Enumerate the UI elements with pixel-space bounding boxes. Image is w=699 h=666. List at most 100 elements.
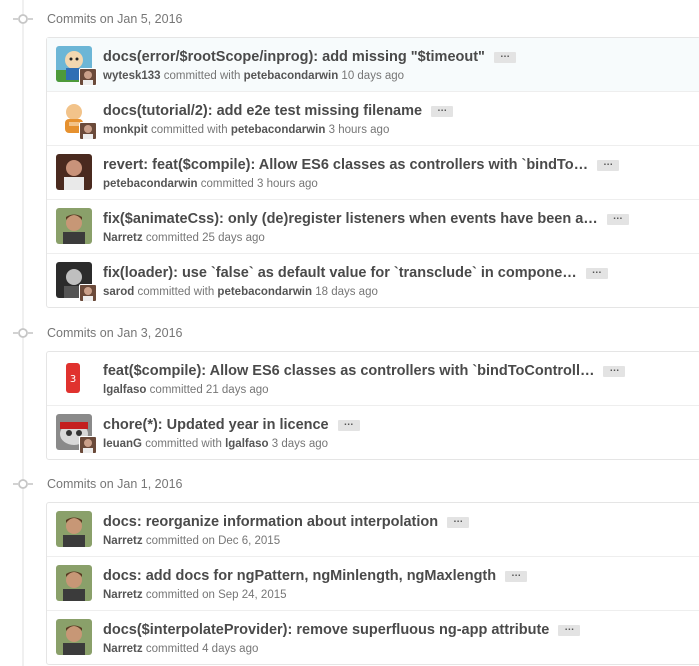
commit-action-text: committed bbox=[145, 643, 199, 655]
committer-avatar[interactable] bbox=[79, 284, 97, 302]
git-commit-icon bbox=[13, 476, 33, 492]
committer-link[interactable]: lgalfaso bbox=[225, 438, 268, 450]
author-link[interactable]: petebacondarwin bbox=[103, 178, 198, 190]
commit-message-link[interactable]: docs: reorganize information about inter… bbox=[103, 514, 438, 530]
commit-meta: petebacondarwin committed 3 hours ago bbox=[103, 178, 318, 190]
commit-action-text: committed with bbox=[150, 124, 228, 136]
commit-group-date: Commits on Jan 3, 2016 bbox=[47, 326, 183, 340]
git-commit-icon bbox=[13, 325, 33, 341]
author-link[interactable]: wytesk133 bbox=[103, 70, 161, 82]
committer-link[interactable]: petebacondarwin bbox=[244, 70, 339, 82]
commit-group: Commits on Jan 3, 2016 3 feat($compile): A… bbox=[0, 321, 699, 460]
commit-time: 18 days ago bbox=[315, 286, 378, 298]
author-link[interactable]: IeuanG bbox=[103, 438, 142, 450]
svg-text:3: 3 bbox=[70, 374, 76, 385]
commit-action-text: committed on bbox=[145, 589, 215, 601]
ellipsis-icon[interactable]: … bbox=[431, 103, 454, 117]
commit-meta: sarod committed with petebacondarwin 18 … bbox=[103, 286, 378, 298]
commit-title-row: fix(loader): use `false` as default valu… bbox=[103, 263, 692, 283]
author-link[interactable]: lgalfaso bbox=[103, 384, 146, 396]
commit-group-date: Commits on Jan 5, 2016 bbox=[47, 12, 183, 26]
author-avatar[interactable] bbox=[56, 565, 92, 601]
ellipsis-icon[interactable]: … bbox=[606, 211, 629, 225]
commit-time: 25 days ago bbox=[202, 232, 265, 244]
commit-row[interactable]: fix($animateCss): only (de)register list… bbox=[47, 199, 699, 253]
author-link[interactable]: Narretz bbox=[103, 643, 143, 655]
commit-row[interactable]: docs: reorganize information about inter… bbox=[47, 503, 699, 556]
commit-group-header: Commits on Jan 1, 2016 bbox=[0, 472, 699, 496]
commit-meta: lgalfaso committed 21 days ago bbox=[103, 384, 269, 396]
commit-message-link[interactable]: docs(error/$rootScope/inprog): add missi… bbox=[103, 49, 485, 65]
commit-action-text: committed bbox=[149, 384, 203, 396]
commit-meta: Narretz committed 4 days ago bbox=[103, 643, 258, 655]
commit-time: Dec 6, 2015 bbox=[218, 535, 281, 547]
author-avatar[interactable] bbox=[56, 511, 92, 547]
committer-link[interactable]: petebacondarwin bbox=[231, 124, 326, 136]
ellipsis-icon[interactable]: … bbox=[337, 417, 360, 431]
commit-message-link[interactable]: chore(*): Updated year in licence bbox=[103, 417, 329, 433]
ellipsis-icon[interactable]: … bbox=[447, 514, 470, 528]
commit-group-header: Commits on Jan 3, 2016 bbox=[0, 321, 699, 345]
author-avatar[interactable] bbox=[56, 154, 92, 190]
committer-avatar[interactable] bbox=[79, 436, 97, 454]
commit-meta: monkpit committed with petebacondarwin 3… bbox=[103, 124, 389, 136]
ellipsis-icon[interactable]: … bbox=[585, 265, 608, 279]
commit-message-link[interactable]: fix(loader): use `false` as default valu… bbox=[103, 265, 577, 281]
commit-title-row: chore(*): Updated year in licence … bbox=[103, 415, 692, 435]
commit-title-row: fix($animateCss): only (de)register list… bbox=[103, 209, 692, 229]
commit-message-link[interactable]: fix($animateCss): only (de)register list… bbox=[103, 211, 598, 227]
commit-row[interactable]: docs(error/$rootScope/inprog): add missi… bbox=[47, 38, 699, 91]
commit-row[interactable]: chore(*): Updated year in licence … IeuanG… bbox=[47, 405, 699, 459]
commit-message-link[interactable]: docs(tutorial/2): add e2e test missing f… bbox=[103, 103, 422, 119]
commit-message-link[interactable]: docs($interpolateProvider): remove super… bbox=[103, 622, 549, 638]
ellipsis-icon[interactable]: … bbox=[603, 363, 626, 377]
commit-row[interactable]: fix(loader): use `false` as default valu… bbox=[47, 253, 699, 307]
author-link[interactable]: sarod bbox=[103, 286, 134, 298]
committer-link[interactable]: petebacondarwin bbox=[217, 286, 312, 298]
ellipsis-icon[interactable]: … bbox=[493, 49, 516, 63]
ellipsis-icon[interactable]: … bbox=[505, 568, 528, 582]
commit-title-row: feat($compile): Allow ES6 classes as con… bbox=[103, 361, 692, 381]
commit-action-text: committed bbox=[200, 178, 254, 190]
author-avatar[interactable]: 3 bbox=[56, 360, 92, 396]
commit-row[interactable]: revert: feat($compile): Allow ES6 classe… bbox=[47, 145, 699, 199]
commit-action-text: committed on bbox=[145, 535, 215, 547]
commit-row[interactable]: docs($interpolateProvider): remove super… bbox=[47, 610, 699, 664]
ellipsis-icon[interactable]: … bbox=[558, 622, 581, 636]
commit-group-date: Commits on Jan 1, 2016 bbox=[47, 477, 183, 491]
commit-meta: Narretz committed on Dec 6, 2015 bbox=[103, 535, 280, 547]
commit-meta: Narretz committed 25 days ago bbox=[103, 232, 265, 244]
author-avatar[interactable] bbox=[56, 619, 92, 655]
commit-time: 3 hours ago bbox=[328, 124, 390, 136]
commit-title-row: docs: reorganize information about inter… bbox=[103, 512, 692, 532]
commit-row[interactable]: docs(tutorial/2): add e2e test missing f… bbox=[47, 91, 699, 145]
commit-message-link[interactable]: feat($compile): Allow ES6 classes as con… bbox=[103, 363, 594, 379]
author-link[interactable]: Narretz bbox=[103, 535, 143, 547]
commit-time: 4 days ago bbox=[202, 643, 259, 655]
author-link[interactable]: monkpit bbox=[103, 124, 148, 136]
commit-message-link[interactable]: docs: add docs for ngPattern, ngMinlengt… bbox=[103, 568, 496, 584]
commit-action-text: committed with bbox=[137, 286, 215, 298]
author-link[interactable]: Narretz bbox=[103, 232, 143, 244]
commit-time: 21 days ago bbox=[205, 384, 269, 396]
commit-title-row: docs: add docs for ngPattern, ngMinlengt… bbox=[103, 566, 692, 586]
author-avatar[interactable] bbox=[56, 208, 92, 244]
committer-avatar[interactable] bbox=[79, 68, 97, 86]
commit-action-text: committed with bbox=[145, 438, 222, 450]
ellipsis-icon[interactable]: … bbox=[597, 157, 620, 171]
author-link[interactable]: Narretz bbox=[103, 589, 143, 601]
commit-list: docs(error/$rootScope/inprog): add missi… bbox=[46, 37, 699, 308]
commit-group: Commits on Jan 1, 2016 docs: reorganize i… bbox=[0, 472, 699, 665]
commit-row[interactable]: docs: add docs for ngPattern, ngMinlengt… bbox=[47, 556, 699, 610]
commit-group-header: Commits on Jan 5, 2016 bbox=[0, 7, 699, 31]
commit-action-text: committed bbox=[145, 232, 199, 244]
commit-time: 10 days ago bbox=[341, 70, 405, 82]
commit-list: 3 feat($compile): Allow ES6 classes as co… bbox=[46, 351, 699, 460]
commit-message-link[interactable]: revert: feat($compile): Allow ES6 classe… bbox=[103, 157, 588, 173]
git-commit-icon bbox=[13, 11, 33, 27]
commit-group: Commits on Jan 5, 2016 docs(error/$rootSc… bbox=[0, 7, 699, 308]
commit-row[interactable]: 3 feat($compile): Allow ES6 classes as co… bbox=[47, 352, 699, 405]
commit-meta: Narretz committed on Sep 24, 2015 bbox=[103, 589, 287, 601]
committer-avatar[interactable] bbox=[79, 122, 97, 140]
commit-meta: IeuanG committed with lgalfaso 3 days ag… bbox=[103, 438, 328, 450]
